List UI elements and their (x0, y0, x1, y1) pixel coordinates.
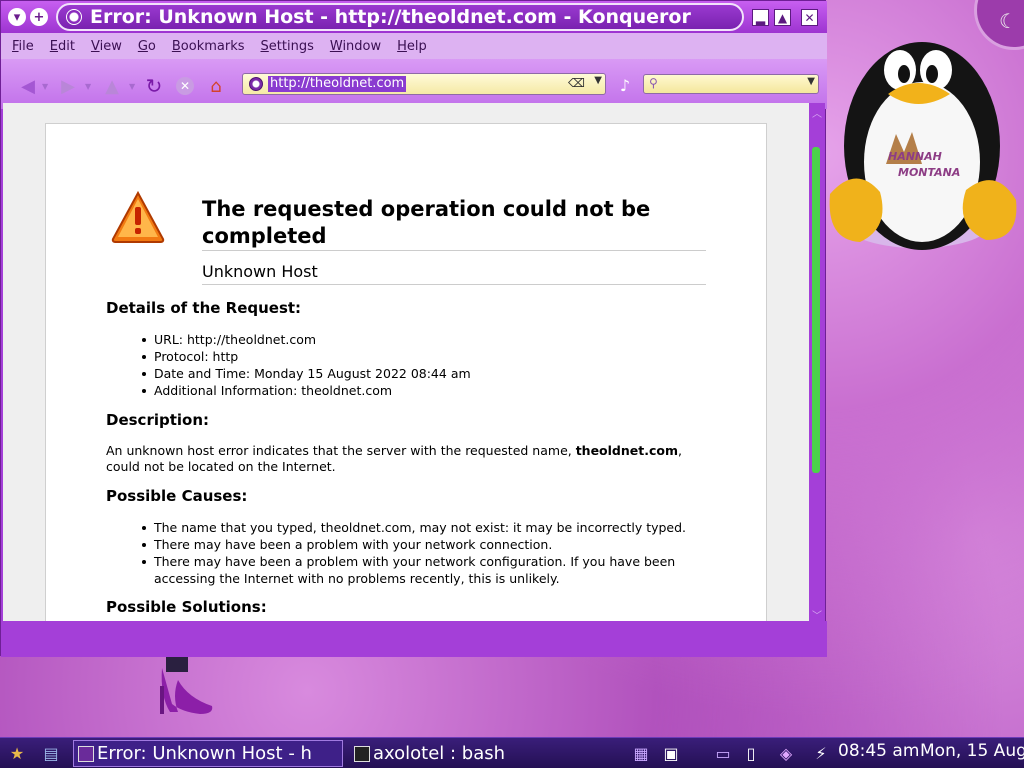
terminal-task-icon (354, 745, 370, 762)
reload-icon[interactable]: ↻ (143, 74, 165, 98)
pager-desktop-1-icon[interactable]: ▦ (628, 741, 654, 765)
page-viewport: The requested operation could not be com… (3, 103, 809, 621)
konqueror-window: ▾ + Error: Unknown Host - http://theoldn… (0, 0, 827, 657)
up-icon[interactable]: ▲ (101, 75, 123, 97)
solutions-heading: Possible Solutions: (106, 598, 267, 616)
menu-go[interactable]: Go (138, 39, 156, 54)
file-manager-icon[interactable]: ▤ (38, 741, 64, 765)
task-label: Error: Unknown Host - h (97, 743, 312, 764)
minimize-button[interactable]: ▂ (752, 9, 769, 26)
title-bar[interactable]: ▾ + Error: Unknown Host - http://theoldn… (1, 1, 827, 33)
minimize-icon: ▂ (755, 10, 766, 25)
tray-app-icon[interactable]: ◈ (773, 741, 799, 765)
forward-icon[interactable]: ▶ (57, 75, 79, 97)
task-bash[interactable]: axolotel : bash (350, 740, 530, 767)
task-label: axolotel : bash (373, 743, 506, 764)
taskbar: ★ ▤ Error: Unknown Host - h axolotel : b… (0, 737, 1024, 768)
home-icon[interactable]: ⌂ (205, 75, 227, 97)
window-title-pill[interactable]: Error: Unknown Host - http://theoldnet.c… (56, 3, 744, 31)
menu-help[interactable]: Help (397, 39, 427, 54)
clipboard-icon[interactable]: ▯ (738, 741, 764, 765)
window-title: Error: Unknown Host - http://theoldnet.c… (90, 6, 691, 28)
list-item: There may have been a problem with your … (106, 553, 726, 587)
menu-edit[interactable]: Edit (50, 39, 75, 54)
tux-mascot-image: HANNAH MONTANA (829, 42, 1017, 250)
menu-bookmarks[interactable]: Bookmarks (172, 39, 245, 54)
scroll-down-icon[interactable]: ﹀ (811, 607, 823, 622)
list-item: Date and Time: Monday 15 August 2022 08:… (106, 365, 471, 382)
maximize-icon: ▲ (777, 10, 788, 25)
details-list: URL: http://theoldnet.com Protocol: http… (106, 331, 471, 399)
back-history-icon[interactable]: ▼ (42, 82, 48, 91)
clear-location-icon[interactable]: ⌫ (568, 76, 585, 90)
error-page: The requested operation could not be com… (45, 123, 767, 621)
pager-desktop-2-icon[interactable]: ▣ (658, 741, 684, 765)
search-bar[interactable]: ⚲ ▼ (643, 74, 819, 94)
stop-icon[interactable]: ✕ (176, 77, 194, 95)
location-bar[interactable]: http://theoldnet.com ⌫ ▼ (242, 73, 606, 95)
sticky-button[interactable]: + (30, 8, 48, 26)
konqueror-task-icon (78, 745, 94, 762)
description-text: An unknown host error indicates that the… (106, 443, 716, 475)
menu-view[interactable]: View (91, 39, 122, 54)
close-icon: ✕ (804, 10, 815, 25)
list-item: The name that you typed, theoldnet.com, … (106, 519, 726, 536)
vertical-scrollbar[interactable]: ︿ ﹀ (809, 103, 825, 622)
description-heading: Description: (106, 411, 210, 429)
list-item: Additional Information: theoldnet.com (106, 382, 471, 399)
up-history-icon[interactable]: ▼ (129, 82, 135, 91)
url-input[interactable]: http://theoldnet.com (268, 76, 407, 92)
search-dropdown-icon[interactable]: ▼ (807, 76, 815, 87)
menu-bar: File Edit View Go Bookmarks Settings Win… (1, 33, 827, 59)
details-heading: Details of the Request: (106, 299, 302, 317)
chevron-down-icon: ▾ (13, 9, 21, 25)
location-dropdown-icon[interactable]: ▼ (594, 75, 602, 86)
high-heel-image (160, 656, 213, 714)
svg-text:HANNAH: HANNAH (888, 150, 942, 163)
maximize-button[interactable]: ▲ (774, 9, 791, 26)
konqueror-app-icon (66, 9, 82, 25)
kmenu-launcher-icon[interactable]: ★ (4, 741, 30, 765)
window-menu-button[interactable]: ▾ (8, 8, 26, 26)
list-item: Protocol: http (106, 348, 471, 365)
date[interactable]: Mon, 15 Aug (920, 741, 1024, 761)
svg-text:MONTANA: MONTANA (898, 166, 960, 179)
list-item: There may have been a problem with your … (106, 536, 726, 553)
status-area (1, 621, 827, 657)
scrollbar-thumb[interactable] (812, 147, 820, 473)
clock[interactable]: 08:45 am (838, 741, 919, 761)
close-button[interactable]: ✕ (801, 9, 818, 26)
site-favicon-icon (249, 77, 263, 91)
error-subhead: Unknown Host (202, 262, 318, 281)
description-pre: An unknown host error indicates that the… (106, 443, 576, 458)
description-host: theoldnet.com (575, 443, 678, 458)
menu-file[interactable]: File (12, 39, 34, 54)
causes-list: The name that you typed, theoldnet.com, … (106, 519, 726, 587)
menu-settings[interactable]: Settings (261, 39, 314, 54)
causes-heading: Possible Causes: (106, 487, 248, 505)
scroll-up-icon[interactable]: ︿ (811, 105, 823, 120)
headline-divider (202, 250, 706, 251)
error-headline: The requested operation could not be com… (202, 197, 651, 248)
subhead-divider (202, 284, 706, 285)
back-icon[interactable]: ◀ (17, 75, 39, 97)
warning-icon (111, 190, 165, 243)
list-item: URL: http://theoldnet.com (106, 331, 471, 348)
forward-history-icon[interactable]: ▼ (85, 82, 91, 91)
monitor-icon[interactable]: ▭ (710, 741, 736, 765)
plus-icon: + (33, 9, 45, 25)
menu-window[interactable]: Window (330, 39, 381, 54)
go-icon[interactable]: ♪ (616, 76, 634, 95)
search-icon: ⚲ (649, 76, 658, 90)
network-plug-icon[interactable]: ⚡ (808, 741, 834, 765)
task-konqueror[interactable]: Error: Unknown Host - h (73, 740, 343, 767)
